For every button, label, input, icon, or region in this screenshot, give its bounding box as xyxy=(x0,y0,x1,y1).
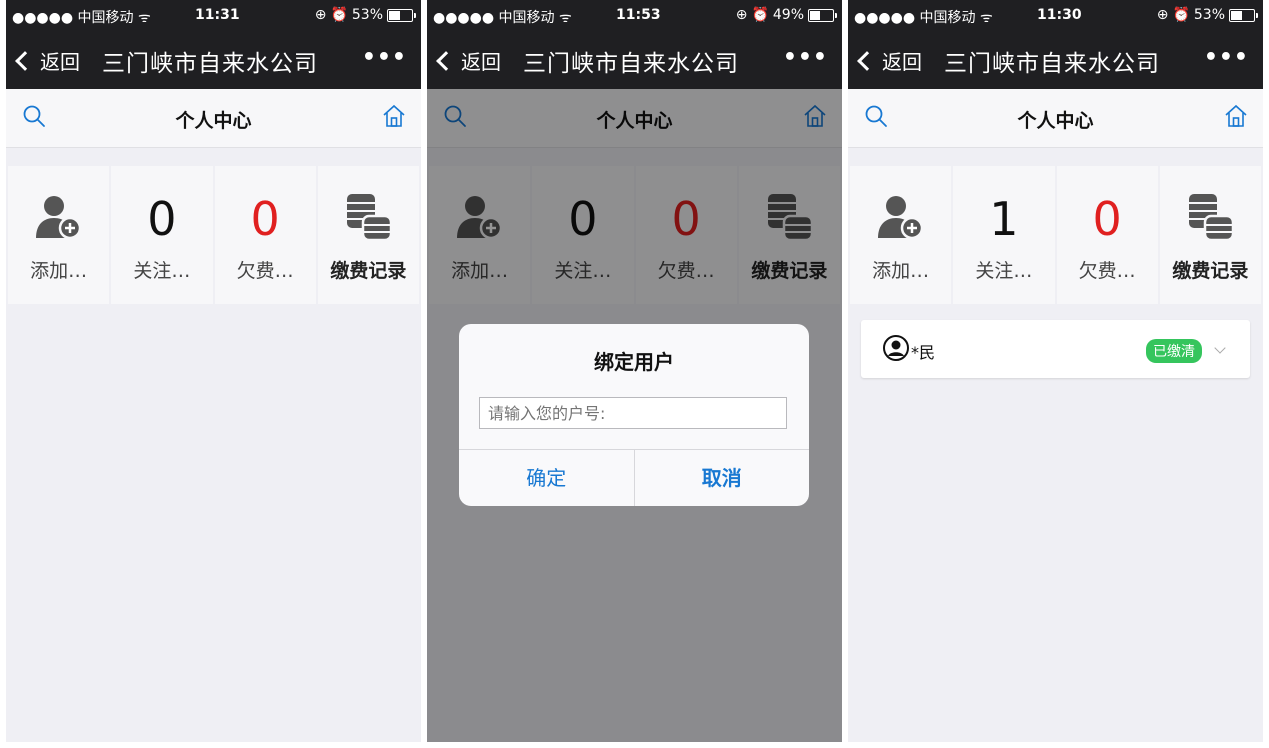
sub-header: 个人中心 xyxy=(6,89,421,148)
home-icon[interactable] xyxy=(1223,103,1249,129)
wifi-icon: ᯤ xyxy=(558,10,572,26)
add-user-label: 添加… xyxy=(872,260,930,282)
coins-icon xyxy=(1189,194,1235,242)
carrier-text: ●●●●● 中国移动 xyxy=(433,10,555,26)
home-icon[interactable] xyxy=(381,103,407,129)
page-title: 个人中心 xyxy=(1017,110,1094,132)
chevron-left-icon xyxy=(857,50,877,71)
chevron-left-icon xyxy=(436,50,456,71)
back-button[interactable]: 返回 xyxy=(856,46,922,75)
nav-title: 三门峡市自来水公司 xyxy=(102,51,318,77)
clock: 11:30 xyxy=(1037,7,1082,23)
carrier: ●●●●● 中国移动 ᯤ xyxy=(12,7,151,27)
nav-bar: 返回 三门峡市自来水公司 ••• xyxy=(848,30,1263,89)
battery-percent: 49% xyxy=(772,7,804,23)
payment-records-cell[interactable]: 缴费记录 xyxy=(317,166,419,304)
nav-title: 三门峡市自来水公司 xyxy=(944,51,1160,77)
status-right: ⊕ ⏰ 49% xyxy=(735,7,837,23)
action-grid: 添加… 0 关注… 0 欠费… 缴费记录 xyxy=(8,166,419,304)
arrears-count: 0 xyxy=(250,192,280,246)
follow-count: 1 xyxy=(989,192,1019,246)
carrier: ●●●●● 中国移动 ᯤ xyxy=(433,7,572,27)
nav-bar: 返回 三门峡市自来水公司 ••• xyxy=(6,30,421,89)
back-button[interactable]: 返回 xyxy=(14,46,80,75)
arrears-cell[interactable]: 0 欠费… xyxy=(1056,166,1158,304)
back-label: 返回 xyxy=(882,50,922,74)
back-button[interactable]: 返回 xyxy=(435,46,501,75)
status-right: ⊕ ⏰ 53% xyxy=(314,7,416,23)
arrears-label: 欠费… xyxy=(1078,260,1136,282)
phone-screen-1: ●●●●● 中国移动 ᯤ 11:31 ⊕ ⏰ 53% 返回 三门峡市自来水公司 … xyxy=(6,0,421,742)
chevron-left-icon xyxy=(15,50,35,71)
more-button[interactable]: ••• xyxy=(1204,45,1249,70)
rotation-lock-icon: ⊕ xyxy=(1156,7,1169,23)
rotation-lock-icon: ⊕ xyxy=(314,7,327,23)
back-label: 返回 xyxy=(461,50,501,74)
chevron-down-icon[interactable] xyxy=(1214,342,1226,354)
follow-label: 关注… xyxy=(975,260,1033,282)
more-button[interactable]: ••• xyxy=(362,45,407,70)
dialog-title: 绑定用户 xyxy=(594,350,674,374)
clock: 11:31 xyxy=(195,7,240,23)
arrears-cell[interactable]: 0 欠费… xyxy=(214,166,316,304)
sub-header: 个人中心 xyxy=(848,89,1263,148)
payment-records-label: 缴费记录 xyxy=(1172,260,1249,282)
confirm-button[interactable]: 确定 xyxy=(459,450,634,506)
back-label: 返回 xyxy=(40,50,80,74)
phone-screen-3: ●●●●● 中国移动 ᯤ 11:30 ⊕ ⏰ 53% 返回 三门峡市自来水公司 … xyxy=(848,0,1263,742)
battery-icon xyxy=(808,8,837,22)
account-number-input[interactable] xyxy=(479,397,787,429)
add-user-icon xyxy=(877,196,923,240)
payment-records-cell[interactable]: 缴费记录 xyxy=(1159,166,1261,304)
battery-fill xyxy=(389,10,400,20)
add-user-icon xyxy=(35,196,81,240)
add-user-cell[interactable]: 添加… xyxy=(8,166,110,304)
battery-percent: 53% xyxy=(351,7,383,23)
payment-records-label: 缴费记录 xyxy=(330,260,407,282)
battery-icon xyxy=(1229,8,1258,22)
alarm-icon: ⏰ xyxy=(330,7,348,23)
battery-fill xyxy=(810,10,820,20)
rotation-lock-icon: ⊕ xyxy=(735,7,748,23)
follow-cell[interactable]: 1 关注… xyxy=(953,166,1055,304)
coins-icon xyxy=(347,194,393,242)
clock: 11:53 xyxy=(616,7,661,23)
carrier-text: ●●●●● 中国移动 xyxy=(854,10,976,26)
bind-user-dialog: 绑定用户 确定 取消 xyxy=(459,324,809,506)
follow-count: 0 xyxy=(147,192,177,246)
wifi-icon: ᯤ xyxy=(137,10,151,26)
account-name: *民 xyxy=(911,343,936,362)
carrier-text: ●●●●● 中国移动 xyxy=(12,10,134,26)
status-bar: ●●●●● 中国移动 ᯤ 11:53 ⊕ ⏰ 49% xyxy=(427,0,842,30)
add-user-label: 添加… xyxy=(30,260,88,282)
battery-icon xyxy=(387,8,416,22)
status-badge: 已缴清 xyxy=(1146,339,1202,363)
battery-percent: 53% xyxy=(1193,7,1225,23)
arrears-count: 0 xyxy=(1092,192,1122,246)
nav-bar: 返回 三门峡市自来水公司 ••• xyxy=(427,30,842,89)
follow-label: 关注… xyxy=(133,260,191,282)
follow-cell[interactable]: 0 关注… xyxy=(111,166,213,304)
add-user-cell[interactable]: 添加… xyxy=(850,166,952,304)
user-icon xyxy=(883,335,909,361)
cancel-button[interactable]: 取消 xyxy=(633,450,810,506)
status-bar: ●●●●● 中国移动 ᯤ 11:31 ⊕ ⏰ 53% xyxy=(6,0,421,30)
status-bar: ●●●●● 中国移动 ᯤ 11:30 ⊕ ⏰ 53% xyxy=(848,0,1263,30)
account-card[interactable]: *民 已缴清 xyxy=(861,320,1250,378)
wifi-icon: ᯤ xyxy=(979,10,993,26)
nav-title: 三门峡市自来水公司 xyxy=(523,51,739,77)
phone-screen-2: ●●●●● 中国移动 ᯤ 11:53 ⊕ ⏰ 49% 返回 三门峡市自来水公司 … xyxy=(427,0,842,742)
status-right: ⊕ ⏰ 53% xyxy=(1156,7,1258,23)
alarm-icon: ⏰ xyxy=(751,7,769,23)
dialog-buttons: 确定 取消 xyxy=(459,449,809,506)
action-grid: 添加… 1 关注… 0 欠费… 缴费记录 xyxy=(850,166,1261,304)
alarm-icon: ⏰ xyxy=(1172,7,1190,23)
arrears-label: 欠费… xyxy=(236,260,294,282)
carrier: ●●●●● 中国移动 ᯤ xyxy=(854,7,993,27)
page-title: 个人中心 xyxy=(175,110,252,132)
battery-fill xyxy=(1231,10,1242,20)
more-button[interactable]: ••• xyxy=(783,45,828,70)
